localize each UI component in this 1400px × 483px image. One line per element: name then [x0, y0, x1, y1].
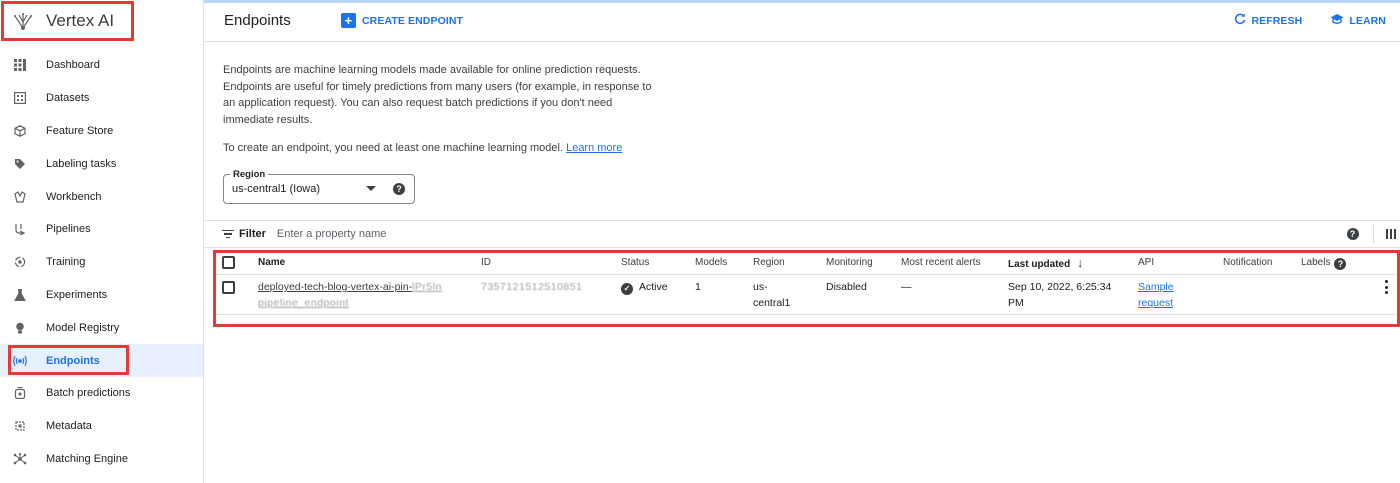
- sidebar-item-pipelines[interactable]: Pipelines: [0, 213, 203, 246]
- sidebar-item-label: Workbench: [46, 190, 102, 203]
- sidebar-item-label: Metadata: [46, 420, 92, 433]
- sidebar-item-model-registry[interactable]: Model Registry: [0, 311, 203, 344]
- school-icon: [1330, 13, 1344, 28]
- pipelines-icon: [13, 222, 27, 236]
- metadata-icon: [13, 419, 27, 433]
- page-title: Endpoints: [224, 12, 291, 29]
- sidebar-item-label: Matching Engine: [46, 452, 128, 465]
- sidebar-item-label: Batch predictions: [46, 387, 131, 400]
- filter-bar-actions: ?: [1346, 225, 1400, 243]
- sidebar-item-feature-store[interactable]: Feature Store: [0, 115, 203, 148]
- sidebar-item-label: Labeling tasks: [46, 157, 117, 170]
- region-select-value: us-central1 (Iowa): [232, 183, 321, 195]
- workbench-icon: [13, 190, 27, 204]
- sidebar-item-experiments[interactable]: Experiments: [0, 279, 203, 312]
- create-endpoint-button[interactable]: + CREATE ENDPOINT: [341, 13, 463, 28]
- sidebar-item-label: Model Registry: [46, 321, 120, 334]
- lightbulb-icon: [13, 321, 27, 335]
- filter-label: Filter: [239, 228, 266, 240]
- dropdown-caret-icon[interactable]: [366, 186, 376, 191]
- batch-predictions-icon: [13, 386, 27, 400]
- sidebar-item-training[interactable]: Training: [0, 246, 203, 279]
- learn-more-link[interactable]: Learn more: [566, 142, 622, 154]
- help-icon[interactable]: ?: [393, 183, 405, 195]
- sidebar-nav: Dashboard Datasets Feature Store Labelin…: [0, 49, 203, 475]
- sidebar-item-label: Feature Store: [46, 124, 114, 137]
- training-icon: [13, 255, 27, 269]
- header-actions: REFRESH LEARN: [1234, 13, 1386, 28]
- region-select-label: Region: [230, 169, 269, 180]
- region-select[interactable]: Region us-central1 (Iowa) ?: [223, 169, 415, 204]
- sidebar-item-endpoints[interactable]: Endpoints: [0, 344, 203, 377]
- learn-button[interactable]: LEARN: [1330, 13, 1386, 28]
- feature-store-icon: [13, 124, 27, 138]
- highlight-box-endpoints: [8, 345, 129, 376]
- sidebar-item-label: Datasets: [46, 92, 90, 105]
- create-endpoint-label: CREATE ENDPOINT: [362, 14, 464, 27]
- endpoint-requirement-text: To create an endpoint, you need at least…: [223, 142, 622, 154]
- plus-icon: +: [341, 13, 356, 28]
- highlight-box-table: [213, 250, 1400, 327]
- page-header: Endpoints + CREATE ENDPOINT REFRESH LEAR…: [205, 0, 1400, 42]
- matching-engine-icon: [13, 452, 27, 466]
- dashboard-icon: [13, 58, 27, 72]
- learn-label: LEARN: [1349, 14, 1386, 27]
- filter-input[interactable]: [276, 228, 577, 240]
- highlight-box-brand: [1, 1, 134, 41]
- sidebar-item-labeling-tasks[interactable]: Labeling tasks: [0, 147, 203, 180]
- refresh-icon: [1234, 13, 1246, 28]
- sidebar-item-label: Pipelines: [46, 223, 91, 236]
- datasets-icon: [13, 91, 27, 105]
- filter-icon: [222, 229, 234, 239]
- label-tag-icon: [13, 157, 27, 171]
- sidebar-item-matching-engine[interactable]: Matching Engine: [0, 443, 203, 476]
- flask-icon: [13, 288, 27, 302]
- endpoints-description: Endpoints are machine learning models ma…: [223, 64, 652, 126]
- sidebar-item-dashboard[interactable]: Dashboard: [0, 49, 203, 82]
- sidebar-item-metadata[interactable]: Metadata: [0, 410, 203, 443]
- filter-bar: Filter ?: [205, 220, 1400, 248]
- sidebar-item-label: Dashboard: [46, 59, 100, 72]
- sidebar-item-datasets[interactable]: Datasets: [0, 82, 203, 115]
- sidebar: Vertex AI Dashboard Datasets Feature Sto…: [0, 0, 204, 483]
- sidebar-item-workbench[interactable]: Workbench: [0, 180, 203, 213]
- sidebar-item-batch-predictions[interactable]: Batch predictions: [0, 377, 203, 410]
- brand[interactable]: Vertex AI: [0, 0, 203, 42]
- refresh-button[interactable]: REFRESH: [1234, 13, 1302, 28]
- sidebar-item-label: Experiments: [46, 288, 108, 301]
- refresh-label: REFRESH: [1251, 14, 1303, 27]
- sidebar-item-label: Training: [46, 256, 86, 269]
- column-display-options-icon[interactable]: [1385, 229, 1396, 239]
- divider: [1372, 225, 1374, 243]
- help-icon[interactable]: ?: [1346, 228, 1359, 240]
- requirement-text: To create an endpoint, you need at least…: [223, 142, 564, 154]
